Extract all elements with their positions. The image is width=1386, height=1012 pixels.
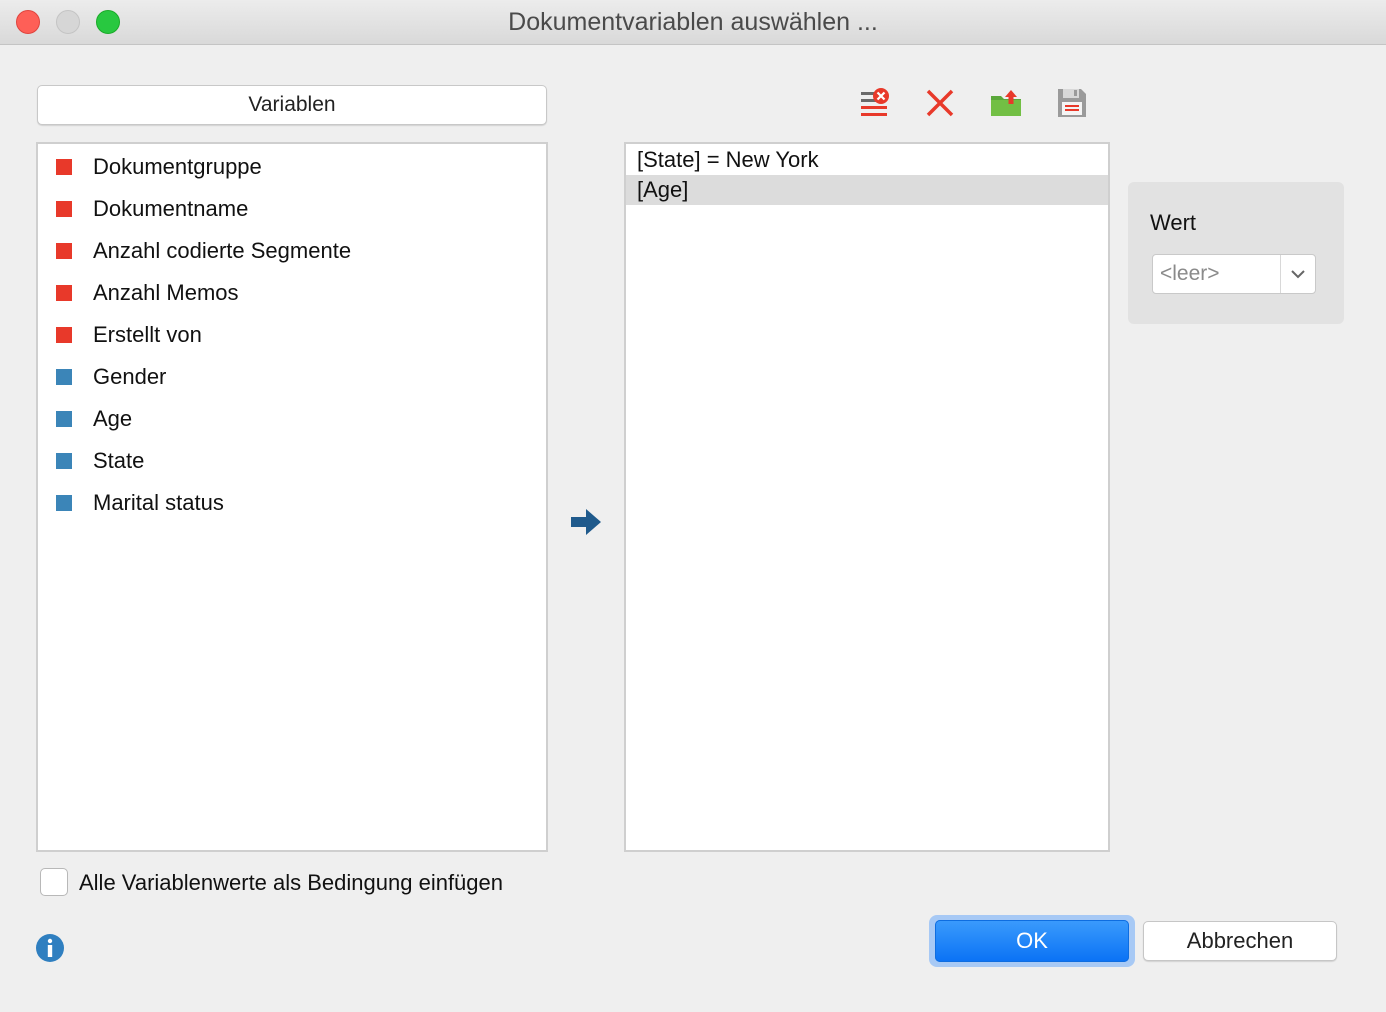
condition-item[interactable]: [State] = New York [626,145,1108,175]
ok-button[interactable]: OK [935,920,1129,962]
variable-label: Age [93,406,133,431]
system-variable-icon [56,285,72,301]
condition-item-selected[interactable]: [Age] [626,175,1108,205]
dialog-window: Dokumentvariablen auswählen ... Variable… [0,0,1386,1012]
variables-list[interactable]: Dokumentgruppe Dokumentname Anzahl codie… [36,142,548,852]
insert-all-values-checkbox[interactable] [40,868,68,896]
delete-icon[interactable] [923,86,957,120]
variable-label: Erstellt von [93,322,202,347]
list-item[interactable]: Dokumentgruppe [56,152,262,182]
variable-label: Anzahl codierte Segmente [93,238,352,263]
value-select[interactable]: <leer> [1152,254,1316,294]
list-item[interactable]: Erstellt von [56,320,202,350]
info-icon[interactable] [35,933,65,963]
user-variable-icon [56,369,72,385]
user-variable-icon [56,411,72,427]
variable-label: State [93,448,145,473]
value-select-text: <leer> [1153,255,1281,293]
insert-all-values-label: Alle Variablenwerte als Bedingung einfüg… [79,870,503,895]
list-item[interactable]: Age [56,404,132,434]
list-item[interactable]: Anzahl Memos [56,278,239,308]
system-variable-icon [56,201,72,217]
system-variable-icon [56,243,72,259]
save-icon[interactable] [1055,86,1089,120]
window-title: Dokumentvariablen auswählen ... [508,8,878,36]
variable-label: Anzahl Memos [93,280,239,305]
user-variable-icon [56,495,72,511]
variables-header-button[interactable]: Variablen [37,85,547,125]
value-label: Wert [1150,210,1197,235]
system-variable-icon [56,327,72,343]
title-bar: Dokumentvariablen auswählen ... [0,0,1386,45]
chevron-down-icon[interactable] [1281,255,1315,293]
system-variable-icon [56,159,72,175]
conditions-list[interactable]: [State] = New York [Age] [624,142,1110,852]
cancel-button[interactable]: Abbrechen [1143,921,1337,961]
clear-list-icon[interactable] [857,86,891,120]
value-panel: Wert <leer> [1128,182,1344,324]
variable-label: Gender [93,364,167,389]
list-item[interactable]: Marital status [56,488,224,518]
list-item[interactable]: Gender [56,362,166,392]
list-item[interactable]: Dokumentname [56,194,248,224]
list-item[interactable]: State [56,446,144,476]
add-condition-arrow-icon[interactable] [570,507,602,537]
open-folder-icon[interactable] [989,86,1023,120]
variable-label: Dokumentname [93,196,249,221]
user-variable-icon [56,453,72,469]
list-item[interactable]: Anzahl codierte Segmente [56,236,351,266]
variable-label: Dokumentgruppe [93,154,262,179]
variable-label: Marital status [93,490,224,515]
